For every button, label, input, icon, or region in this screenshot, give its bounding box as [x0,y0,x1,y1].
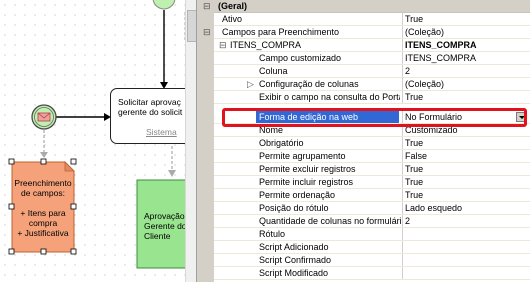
property-value[interactable]: (Coleção) [402,78,530,90]
property-name: (Geral) [218,1,248,11]
property-name: Nome [259,125,284,135]
property-name: ITENS_COMPRA [230,40,302,50]
property-row-configuracao-de-colunas[interactable]: ▷ Configuração de colunas (Coleção) [214,78,530,91]
property-name: Permite excluir registros [259,164,356,174]
property-value[interactable]: 2 [402,215,530,227]
property-category-geral[interactable]: ⊟ (Geral) [203,0,530,13]
property-name: Rótulo [259,229,286,239]
start-event-icon[interactable] [152,0,176,10]
note-shape[interactable] [11,161,75,253]
property-value[interactable] [402,228,530,240]
minus-expander-icon[interactable]: ⊟ [219,40,227,50]
property-name: Ativo [222,14,243,24]
property-value-select[interactable]: No Formulário [402,111,530,123]
process-label-line-1: Solicitar aprovaç [118,97,181,107]
property-value[interactable]: True [402,189,530,201]
property-name: Permite incluir registros [259,177,354,187]
note-line-5: compra [28,218,58,228]
diagram-canvas[interactable]: Solicitar aprovaç gerente do solicit Sis… [0,0,196,282]
property-grid-margin [201,0,214,282]
property-row-permite-incluir-registros[interactable]: Permite incluir registros True [214,176,530,189]
property-row-ativo[interactable]: Ativo True [214,13,530,26]
property-row-rotulo[interactable]: Rótulo [214,228,530,241]
property-row-permite-agrupamento[interactable]: Permite agrupamento False [214,150,530,163]
property-value[interactable]: False [402,150,530,162]
property-value[interactable]: True [402,13,530,25]
property-row-posicao-do-rotulo[interactable]: Posição do rótulo Lado esquedo [214,202,530,215]
property-value[interactable] [402,254,530,266]
property-name: Permite agrupamento [259,151,346,161]
note-line-2: de campos: [21,188,65,198]
property-row-permite-ordenacao[interactable]: Permite ordenação True [214,189,530,202]
property-value[interactable]: ITENS_COMPRA [402,39,530,51]
property-row-exibir-campo-consulta-portal[interactable]: Exibir o campo na consulta do Portal Tru… [214,91,530,104]
minus-expander-icon[interactable]: ⊟ [203,27,211,37]
property-value[interactable]: True [402,176,530,188]
property-row-script-confirmado[interactable]: Script Confirmado [214,254,530,267]
property-row-campos-para-preenchimento[interactable]: ⊟ Campos para Preenchimento (Coleção) [203,26,530,39]
property-row-quantidade-de-colunas[interactable]: Quantidade de colunas no formulário 2 [214,215,530,228]
property-row-itens-compra[interactable]: ⊟ ITENS_COMPRA ITENS_COMPRA [214,39,530,52]
minus-expander-icon[interactable]: ⊟ [203,1,211,11]
property-value[interactable]: True [402,163,530,175]
property-grid: ⊟ (Geral) Ativo True ⊟ Campos para Preen… [201,0,530,282]
green-task-line-3: Cliente [144,231,171,241]
property-row-forma-de-edicao-na-web[interactable]: Forma de edição na web No Formulário [214,111,530,124]
property-name: Posição do rótulo [259,203,329,213]
property-name: Script Modificado [259,268,329,278]
property-value[interactable] [402,267,530,279]
property-name: Script Confirmado [259,255,332,265]
property-name: Forma de edição na web [256,111,399,123]
plus-expander-icon[interactable]: ▷ [247,79,254,89]
dropdown-arrow-icon[interactable] [516,112,526,122]
property-value[interactable]: True [402,137,530,149]
property-name: Script Adicionado [259,242,329,252]
property-row-script-adicionado[interactable]: Script Adicionado [214,241,530,254]
property-name: Coluna [259,66,288,76]
property-name: Obrigatório [259,138,304,148]
process-label-line-2: gerente do solicit [118,107,183,117]
property-value[interactable] [402,241,530,253]
property-row-coluna[interactable]: Coluna 2 [214,65,530,78]
property-row-permite-excluir-registros[interactable]: Permite excluir registros True [214,163,530,176]
property-value[interactable]: 2 [402,65,530,77]
process-lane-label[interactable]: Sistema [146,127,177,137]
property-row-script-modificado[interactable]: Script Modificado [214,267,530,280]
green-task-line-2: Gerente do [144,221,187,231]
property-name: Configuração de colunas [259,79,359,89]
note-line-6: + Justificativa [17,228,69,238]
property-value[interactable]: Lado esquedo [402,202,530,214]
property-name: Campo customizado [259,53,342,63]
note-line-4: + Itens para [20,208,66,218]
property-value[interactable]: Customizado [402,124,530,136]
property-name: Quantidade de colunas no formulário [259,216,401,226]
property-name: Permite ordenação [259,190,336,200]
property-row-obrigatorio[interactable]: Obrigatório True [214,137,530,150]
property-value[interactable]: True [402,91,530,103]
green-task-line-1: Aprovação [144,211,185,221]
note-line-1: Preenchimento [14,178,72,188]
property-name: Campos para Preenchimento [222,27,340,37]
property-value[interactable]: ITENS_COMPRA [402,52,530,64]
property-name: Exibir o campo na consulta do Portal [259,92,400,102]
property-value[interactable]: (Coleção) [402,26,530,38]
diagram-vertical-scrollbar[interactable] [185,0,196,282]
property-row-nome[interactable]: Nome Customizado [214,124,530,137]
scrollbar-thumb[interactable] [187,10,196,42]
property-row-campo-customizado[interactable]: Campo customizado ITENS_COMPRA [214,52,530,65]
